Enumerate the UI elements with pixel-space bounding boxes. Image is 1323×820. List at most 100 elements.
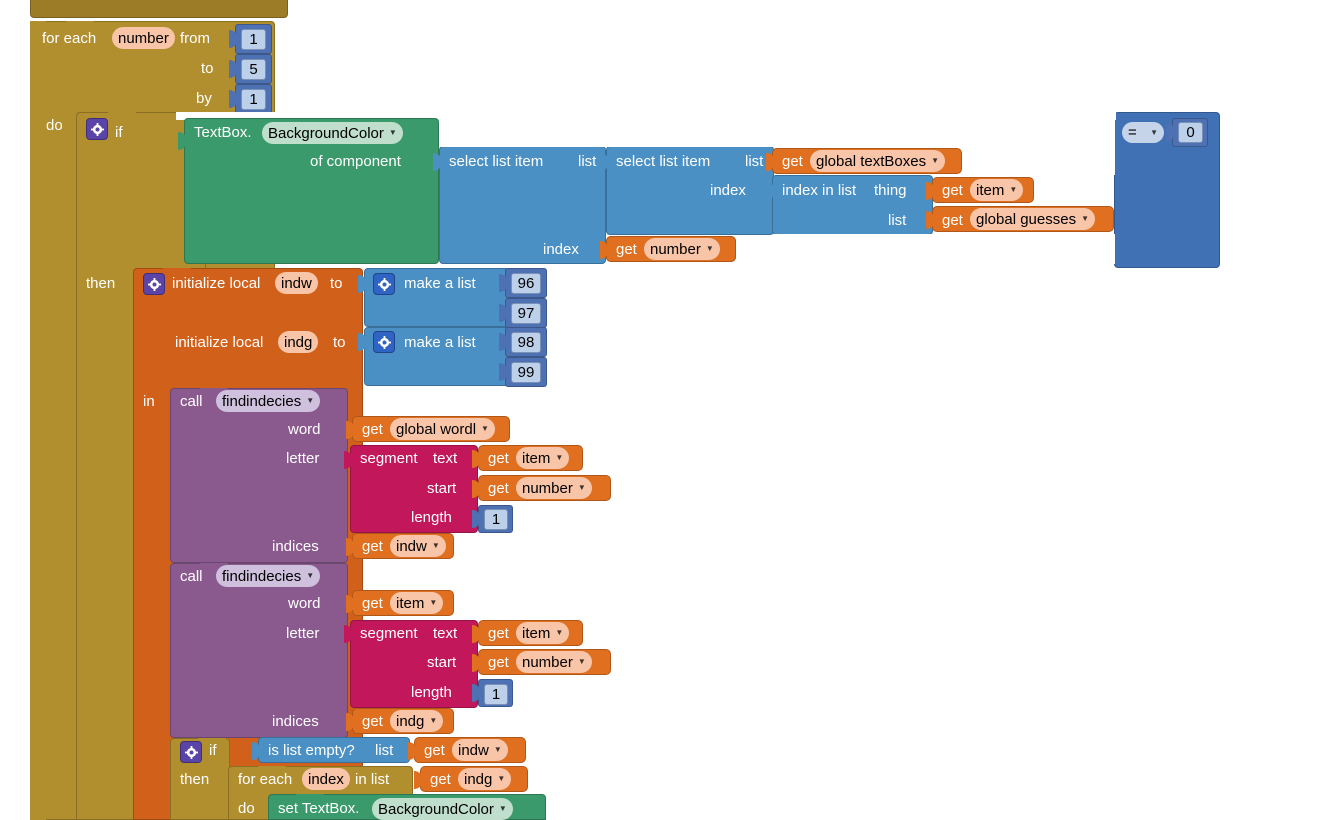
segment-2-start-value: number bbox=[522, 653, 573, 671]
initialize-local-in-label: in bbox=[143, 393, 155, 410]
is-list-empty-label: is list empty? bbox=[268, 742, 355, 759]
get-item-thing-field[interactable]: item ▼ bbox=[970, 179, 1024, 201]
segment-2-start-label: start bbox=[427, 654, 457, 671]
get-global-wordl-value: global wordl bbox=[396, 420, 477, 438]
get-indg-indices-get-label: get bbox=[362, 713, 383, 730]
for-each-label: for each bbox=[42, 30, 97, 47]
segment-2-length-value[interactable]: 1 bbox=[484, 684, 508, 705]
component-name-label: TextBox. bbox=[194, 124, 252, 141]
for-each-index-label: for each bbox=[238, 771, 293, 788]
initialize-local-indg-to-label: to bbox=[333, 334, 346, 351]
gear-icon[interactable] bbox=[143, 273, 165, 295]
call-1-procedure-field[interactable]: findindecies ▼ bbox=[216, 390, 321, 412]
for-each-var-field[interactable]: number bbox=[112, 27, 175, 49]
component-property-label: BackgroundColor bbox=[268, 124, 384, 142]
set-textbox-property-field[interactable]: BackgroundColor ▼ bbox=[372, 798, 513, 820]
select-inner-list-label: list bbox=[745, 153, 764, 170]
gear-icon[interactable] bbox=[180, 741, 202, 763]
segment-1-text-label: text bbox=[433, 450, 458, 467]
get-item-thing-get-label: get bbox=[942, 182, 963, 199]
chevron-down-icon: ▼ bbox=[577, 483, 586, 492]
get-number-index-field-top[interactable]: number ▼ bbox=[644, 238, 720, 260]
initialize-local-indw-label: initialize local bbox=[172, 275, 261, 292]
segment-2-start-field[interactable]: number ▼ bbox=[516, 651, 592, 673]
top-clipped-control-block[interactable] bbox=[30, 0, 288, 18]
get-indw-empty-field[interactable]: indw ▼ bbox=[452, 739, 508, 761]
by-number-value[interactable]: 1 bbox=[241, 89, 266, 110]
get-global-guesses-value: global guesses bbox=[976, 210, 1077, 228]
make-a-list-1-label: make a list bbox=[404, 275, 476, 292]
select-inner-label: select list item bbox=[616, 153, 711, 170]
get-indg-forlist-field[interactable]: indg ▼ bbox=[458, 768, 512, 790]
get-global-textboxes-field-top[interactable]: global textBoxes ▼ bbox=[810, 150, 945, 172]
segment-1-label: segment bbox=[360, 450, 418, 467]
get-indw-indices-field[interactable]: indw ▼ bbox=[390, 535, 446, 557]
from-number-value[interactable]: 1 bbox=[241, 29, 266, 50]
get-indg-indices-field[interactable]: indg ▼ bbox=[390, 710, 444, 732]
initialize-local-indw-var-field[interactable]: indw bbox=[275, 272, 318, 294]
get-indw-empty-get-label: get bbox=[424, 742, 445, 759]
component-property-field[interactable]: BackgroundColor ▼ bbox=[262, 122, 403, 144]
initialize-local-indg-var-field[interactable]: indg bbox=[278, 331, 319, 353]
call-2-procedure-field[interactable]: findindecies ▼ bbox=[216, 565, 321, 587]
call-findindecies-2-block[interactable] bbox=[170, 563, 348, 738]
equals-operator-field[interactable]: = ▼ bbox=[1122, 122, 1164, 143]
chevron-down-icon: ▼ bbox=[498, 804, 507, 813]
call-2-indices-label: indices bbox=[272, 713, 319, 730]
make-a-list-2-item-1[interactable]: 99 bbox=[511, 362, 541, 383]
gear-icon[interactable] bbox=[373, 331, 395, 353]
call-2-label: call bbox=[180, 568, 203, 585]
chevron-down-icon: ▼ bbox=[577, 657, 586, 666]
get-global-textboxes-value-top: global textBoxes bbox=[816, 152, 927, 170]
set-textbox-top-notch bbox=[296, 794, 324, 799]
initialize-local-indg-label: initialize local bbox=[175, 334, 264, 351]
make-a-list-1-item-0[interactable]: 96 bbox=[511, 273, 541, 294]
get-global-guesses-field[interactable]: global guesses ▼ bbox=[970, 208, 1095, 230]
make-a-list-1-item-1[interactable]: 97 bbox=[511, 303, 541, 324]
gear-icon[interactable] bbox=[373, 273, 395, 295]
make-a-list-2-item-0[interactable]: 98 bbox=[511, 332, 541, 353]
chevron-down-icon: ▼ bbox=[497, 774, 506, 783]
chevron-down-icon: ▼ bbox=[429, 598, 438, 607]
call-1-letter-label: letter bbox=[286, 450, 320, 467]
chevron-down-icon: ▼ bbox=[429, 716, 438, 725]
to-number-value[interactable]: 5 bbox=[241, 59, 266, 80]
segment-2-text-value: item bbox=[522, 624, 551, 642]
compare-value[interactable]: 0 bbox=[1178, 122, 1203, 143]
call-1-word-label: word bbox=[288, 421, 321, 438]
for-each-left-spine bbox=[30, 21, 46, 820]
equals-operator-label: = bbox=[1128, 124, 1137, 141]
call-findindecies-1-block[interactable] bbox=[170, 388, 348, 563]
segment-1-start-get-label: get bbox=[488, 480, 509, 497]
initialize-local-top-notch bbox=[163, 268, 191, 273]
get-item-word-field[interactable]: item ▼ bbox=[390, 592, 444, 614]
get-global-wordl-field[interactable]: global wordl ▼ bbox=[390, 418, 495, 440]
gear-icon[interactable] bbox=[86, 118, 108, 140]
chevron-down-icon: ▼ bbox=[306, 396, 315, 405]
chevron-down-icon: ▼ bbox=[1009, 185, 1018, 194]
index-in-list-label: index in list bbox=[782, 182, 857, 199]
for-each-from-label: from bbox=[180, 30, 210, 47]
segment-2-text-field[interactable]: item ▼ bbox=[516, 622, 570, 644]
blocks-canvas[interactable]: for each number from to by do 1 5 1 if t… bbox=[0, 0, 1323, 820]
chevron-down-icon: ▼ bbox=[931, 156, 939, 165]
get-global-guesses-get-label: get bbox=[942, 212, 963, 229]
chevron-down-icon: ▼ bbox=[481, 424, 489, 433]
condition-white-filler-c bbox=[936, 147, 1115, 175]
segment-1-start-label: start bbox=[427, 480, 457, 497]
for-each-index-var-field[interactable]: index bbox=[302, 768, 350, 790]
condition-white-filler-a bbox=[439, 119, 1115, 147]
if-outer-top-notch bbox=[108, 112, 136, 117]
segment-1-text-field[interactable]: item ▼ bbox=[516, 447, 570, 469]
get-item-word-get-label: get bbox=[362, 595, 383, 612]
segment-2-text-get-label: get bbox=[488, 625, 509, 642]
chevron-down-icon: ▼ bbox=[1150, 127, 1158, 137]
segment-1-start-field[interactable]: number ▼ bbox=[516, 477, 592, 499]
index-in-list-thing-label: thing bbox=[874, 182, 907, 199]
select-inner-index-label: index bbox=[710, 182, 746, 199]
chevron-down-icon: ▼ bbox=[1081, 214, 1089, 223]
chevron-down-icon: ▼ bbox=[555, 453, 564, 462]
of-component-label: of component bbox=[310, 153, 401, 170]
segment-1-length-value[interactable]: 1 bbox=[484, 509, 508, 530]
call-2-procedure-name: findindecies bbox=[222, 567, 302, 585]
